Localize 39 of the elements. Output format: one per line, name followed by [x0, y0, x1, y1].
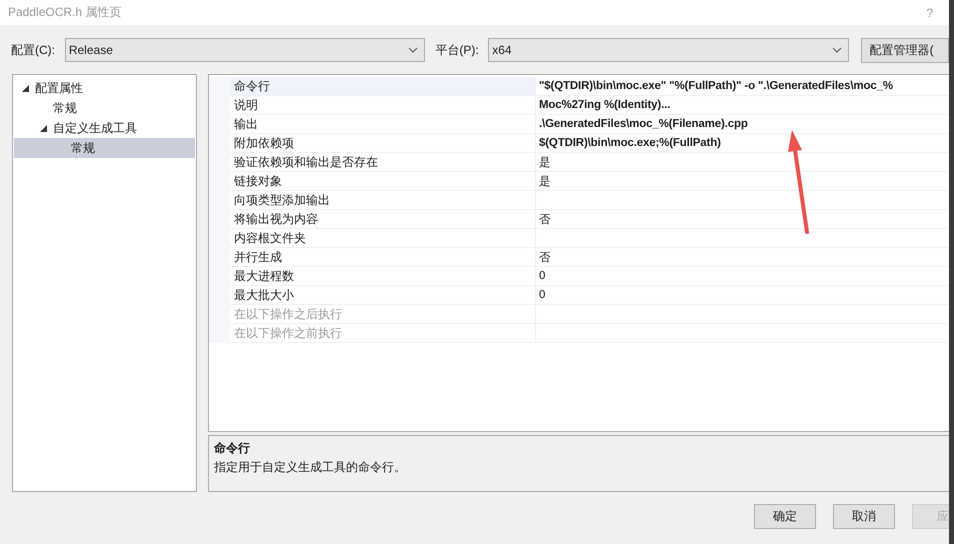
- platform-label: 平台(P):: [435, 42, 480, 58]
- description-text: 指定用于自定义生成工具的命令行。: [214, 459, 407, 476]
- property-value[interactable]: Moc%27ing %(Identity)...: [536, 96, 949, 115]
- dropdown-caret-icon: [832, 47, 842, 53]
- property-name[interactable]: 输出: [230, 115, 536, 134]
- property-name[interactable]: 命令行: [230, 77, 536, 96]
- property-name[interactable]: 向项类型添加输出: [230, 191, 536, 210]
- property-value[interactable]: .\GeneratedFiles\moc_%(Filename).cpp: [536, 115, 949, 134]
- tree-item[interactable]: 常规: [14, 138, 195, 158]
- property-value[interactable]: 是: [536, 153, 949, 172]
- platform-dropdown[interactable]: x64: [488, 38, 849, 62]
- property-name[interactable]: 内容根文件夹: [230, 229, 536, 248]
- dropdown-caret-icon: [408, 47, 418, 53]
- config-dropdown[interactable]: Release: [64, 38, 426, 62]
- property-value[interactable]: 0: [536, 267, 949, 286]
- dialog-button[interactable]: 确定: [754, 504, 816, 529]
- description-title: 命令行: [214, 440, 251, 457]
- expanded-triangle-icon[interactable]: [22, 84, 29, 92]
- property-value[interactable]: 是: [536, 172, 949, 191]
- property-value[interactable]: 否: [536, 210, 949, 229]
- property-name[interactable]: 验证依赖项和输出是否存在: [230, 153, 536, 172]
- property-name[interactable]: 链接对象: [230, 172, 536, 191]
- property-value[interactable]: 0: [536, 286, 949, 305]
- property-value[interactable]: 否: [536, 248, 949, 267]
- property-name[interactable]: 将输出视为内容: [230, 210, 536, 229]
- property-name[interactable]: 附加依赖项: [230, 134, 536, 153]
- config-manager-button[interactable]: 配置管理器(: [860, 38, 949, 62]
- property-name[interactable]: 并行生成: [230, 248, 536, 267]
- property-value[interactable]: "$(QTDIR)\bin\moc.exe" "%(FullPath)" -o ".\GeneratedFiles\moc_%: [536, 77, 949, 96]
- property-name[interactable]: 最大批大小: [230, 286, 536, 305]
- property-name[interactable]: 最大进程数: [230, 267, 536, 286]
- tree-item[interactable]: 自定义生成工具: [14, 118, 195, 138]
- property-name[interactable]: 说明: [230, 96, 536, 115]
- config-label: 配置(C):: [11, 42, 56, 58]
- tree-item[interactable]: 常规: [14, 98, 195, 118]
- window-title: PaddleOCR.h 属性页: [8, 4, 122, 21]
- expanded-triangle-icon[interactable]: [40, 124, 47, 132]
- tree-item[interactable]: 配置属性: [14, 78, 195, 98]
- dialog-button[interactable]: 取消: [833, 504, 895, 529]
